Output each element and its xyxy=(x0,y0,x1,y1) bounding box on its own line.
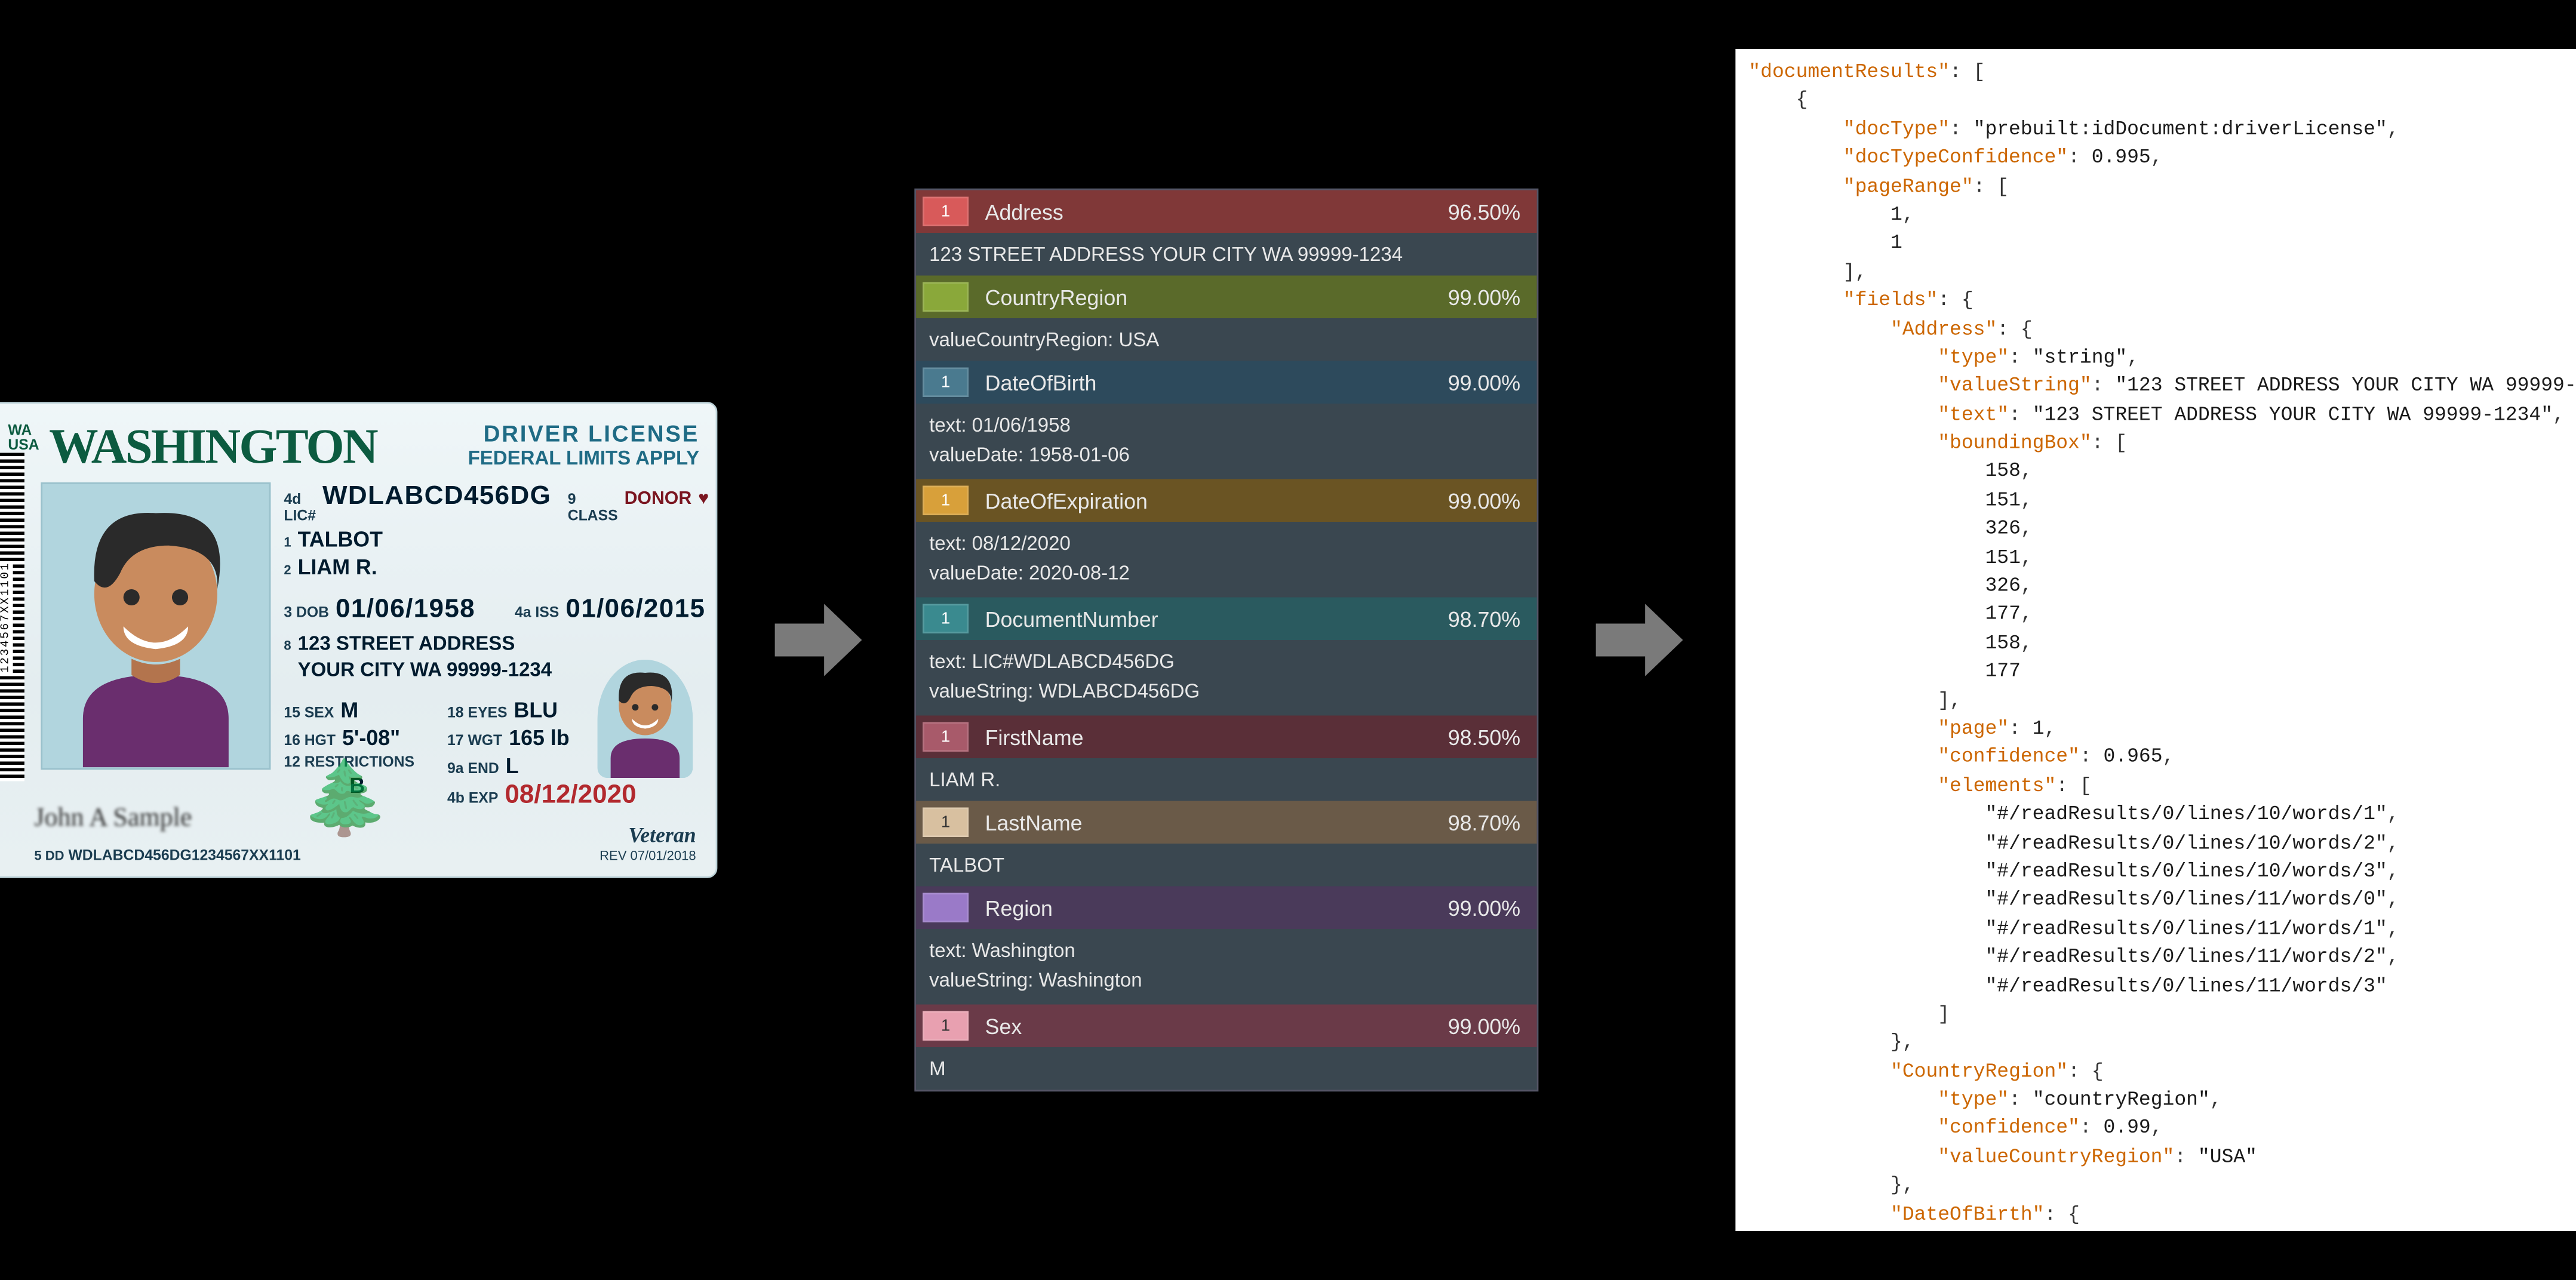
field-name: Region xyxy=(982,896,1448,920)
heart-icon: ♥ xyxy=(698,489,709,509)
count-badge: 1 xyxy=(923,722,969,752)
avatar-small-icon xyxy=(598,660,693,778)
field-name: DateOfBirth xyxy=(982,370,1448,395)
field-header-documentnumber[interactable]: 1 DocumentNumber98.70% xyxy=(916,598,1537,641)
field-name: FirstName xyxy=(982,725,1448,749)
count-badge: 1 xyxy=(923,1011,969,1041)
class-label: 9 CLASS xyxy=(568,491,618,524)
eyes-value: BLU xyxy=(514,697,558,722)
field-name: CountryRegion xyxy=(982,285,1448,309)
dd-label: 5 DD xyxy=(34,848,64,863)
field-name: Sex xyxy=(982,1014,1448,1038)
state-country-abbr: WA USA xyxy=(8,423,39,453)
license-photo xyxy=(41,482,270,770)
confidence-value: 99.00% xyxy=(1448,370,1537,395)
field-detail: valueCountryRegion: USA xyxy=(916,318,1537,361)
addr-line1: 123 STREET ADDRESS xyxy=(298,632,515,655)
dob-label: 3 DOB xyxy=(284,604,329,621)
field-header-address[interactable]: 1 Address96.50% xyxy=(916,190,1537,233)
field-header-sex[interactable]: 1 Sex99.00% xyxy=(916,1005,1537,1048)
addr-line2: YOUR CITY WA 99999-1234 xyxy=(298,658,552,681)
dd-value: WDLABCD456DG1234567XX1101 xyxy=(68,847,300,864)
end-label: 9a END xyxy=(447,760,499,777)
extraction-results-panel: 1 Address96.50% 123 STREET ADDRESS YOUR CI… xyxy=(914,189,1538,1092)
field-name: Address xyxy=(982,199,1448,224)
confidence-value: 98.70% xyxy=(1448,607,1537,631)
license-subtitle: FEDERAL LIMITS APPLY xyxy=(468,447,699,470)
confidence-value: 99.00% xyxy=(1448,488,1537,513)
state-name: WASHINGTON xyxy=(49,420,377,476)
hgt-label: 16 HGT xyxy=(284,732,336,749)
tree-watermark-icon: 🌲 xyxy=(300,755,391,841)
vertical-barcode: 1234567XX1101 xyxy=(0,453,24,781)
wgt-value: 165 lb xyxy=(509,725,569,750)
field-header-dateofexpiration[interactable]: 1 DateOfExpiration99.00% xyxy=(916,479,1537,522)
dob-value: 01/06/1958 xyxy=(336,596,475,626)
field-name: DocumentNumber xyxy=(982,607,1448,631)
count-badge: 1 xyxy=(923,197,969,227)
first-name: LIAM R. xyxy=(298,555,377,579)
veteran-label: Veteran xyxy=(600,822,696,848)
confidence-value: 98.50% xyxy=(1448,725,1537,749)
field-detail: text: 08/12/2020valueDate: 2020-08-12 xyxy=(916,522,1537,598)
field-detail: M xyxy=(916,1047,1537,1090)
lic-value: WDLABCD456DG xyxy=(322,482,551,512)
license-title: DRIVER LICENSE xyxy=(468,420,699,447)
field-header-dateofbirth[interactable]: 1 DateOfBirth99.00% xyxy=(916,361,1537,404)
rev-label: REV 07/01/2018 xyxy=(600,848,696,863)
lic-label: 4d LIC# xyxy=(284,491,316,524)
signature: John A Sample xyxy=(34,804,192,834)
dd-line: 5 DD WDLABCD456DG1234567XX1101 xyxy=(34,847,300,864)
addr-num: 8 xyxy=(284,638,291,653)
avatar-icon xyxy=(42,484,269,767)
last-name: TALBOT xyxy=(298,527,383,551)
count-badge: 1 xyxy=(923,604,969,634)
iss-label: 4a ISS xyxy=(515,604,559,621)
eyes-label: 18 EYES xyxy=(447,704,507,721)
license-title-block: DRIVER LICENSE FEDERAL LIMITS APPLY xyxy=(468,420,699,470)
count-badge: 1 xyxy=(923,486,969,516)
count-badge xyxy=(923,282,969,312)
first-num: 2 xyxy=(284,563,291,578)
confidence-value: 98.70% xyxy=(1448,810,1537,835)
field-detail: 123 STREET ADDRESS YOUR CITY WA 99999-12… xyxy=(916,233,1537,276)
iss-value: 01/06/2015 xyxy=(565,596,705,626)
field-header-countryregion[interactable]: CountryRegion99.00% xyxy=(916,276,1537,319)
field-detail: text: WashingtonvalueString: Washington xyxy=(916,929,1537,1005)
field-detail: text: 01/06/1958valueDate: 1958-01-06 xyxy=(916,404,1537,479)
field-name: LastName xyxy=(982,810,1448,835)
last-num: 1 xyxy=(284,535,291,550)
hgt-value: 5'-08" xyxy=(342,725,400,750)
arrow-right-icon xyxy=(1588,591,1686,690)
driver-license-card: 1234567XX1101 WA USA WASHINGTON DRIVER L… xyxy=(0,402,717,878)
confidence-value: 99.00% xyxy=(1448,1014,1537,1038)
donor-label: DONOR xyxy=(625,489,692,509)
arrow-right-icon xyxy=(767,591,865,690)
field-detail: TALBOT xyxy=(916,844,1537,887)
ghost-photo xyxy=(598,660,693,778)
wgt-label: 17 WGT xyxy=(447,732,502,749)
country-abbr: USA xyxy=(8,438,39,453)
confidence-value: 99.00% xyxy=(1448,896,1537,920)
exp-value: 08/12/2020 xyxy=(505,781,636,811)
sex-label: 15 SEX xyxy=(284,704,334,721)
field-name: DateOfExpiration xyxy=(982,488,1448,513)
end-value: L xyxy=(506,753,519,778)
count-badge: 1 xyxy=(923,808,969,838)
barcode-text: 1234567XX1101 xyxy=(0,562,13,673)
json-output: "documentResults": [ { "docType": "prebu… xyxy=(1735,49,2576,1231)
sex-value: M xyxy=(340,697,358,722)
field-detail: text: LIC#WDLABCD456DGvalueString: WDLAB… xyxy=(916,640,1537,716)
confidence-value: 99.00% xyxy=(1448,285,1537,309)
field-detail: LIAM R. xyxy=(916,758,1537,801)
field-header-region[interactable]: Region99.00% xyxy=(916,887,1537,930)
field-header-firstname[interactable]: 1 FirstName98.50% xyxy=(916,716,1537,759)
count-badge xyxy=(923,893,969,923)
confidence-value: 96.50% xyxy=(1448,199,1537,224)
field-header-lastname[interactable]: 1 LastName98.70% xyxy=(916,801,1537,844)
exp-label: 4b EXP xyxy=(447,789,498,806)
count-badge: 1 xyxy=(923,368,969,398)
